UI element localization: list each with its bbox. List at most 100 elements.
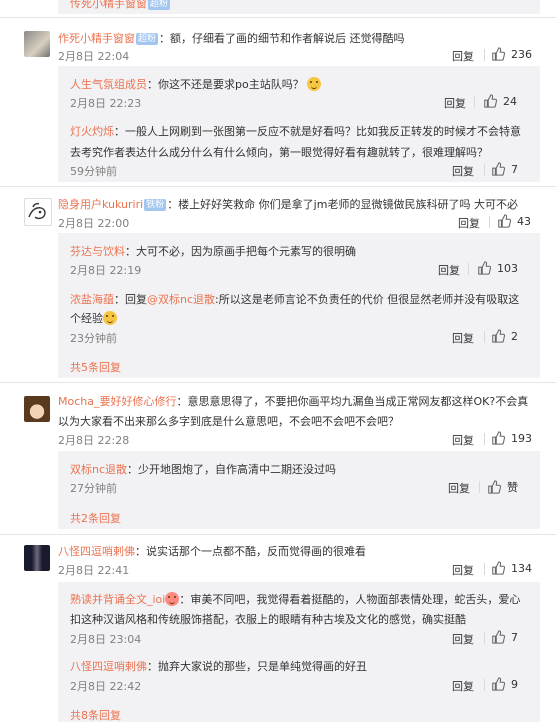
divider: [0, 382, 556, 383]
avatar[interactable]: [24, 198, 52, 226]
reply-button[interactable]: 回复: [438, 262, 460, 278]
like-button[interactable]: 赞: [487, 479, 518, 495]
divider: [484, 164, 485, 176]
divider: [489, 216, 490, 228]
reply-text-cont: 去考究作者表达什么成分什么有什么倾向，第一眼觉得好看有趣就转了，很难理解吗？: [70, 146, 488, 159]
reply-text: ：你这不还是要求po主站队吗？: [147, 78, 304, 91]
reply-button[interactable]: 回复: [452, 678, 474, 694]
divider: [484, 433, 485, 445]
comment-body: 作死小精手窗窗 超粉 ：额，仔细看了画的细节和作者解说后 还觉得酷吗: [58, 30, 405, 46]
commenter-name[interactable]: Mocha_要好好修心修行: [58, 395, 176, 408]
comment-time: 2月8日 22:41: [58, 564, 130, 577]
like-count: 134: [511, 561, 532, 575]
like-button[interactable]: 193: [491, 431, 532, 445]
like-button[interactable]: 134: [491, 561, 532, 575]
like-button[interactable]: 236: [491, 47, 532, 61]
comment-text: ：楼上好好笑救命 你们是拿了jm老师的显微镜做民族科研了吗 大可不必: [167, 198, 518, 211]
commenter-name[interactable]: 浓盐海蕴: [70, 293, 114, 306]
divider: [484, 49, 485, 61]
comment-time: 2月8日 22:28: [58, 434, 130, 447]
thumbs-up-icon: [492, 561, 505, 575]
like-count: 43: [517, 214, 531, 228]
thumbs-up-icon: [498, 214, 511, 228]
thumbs-up-icon: [492, 329, 505, 343]
like-count: 9: [511, 677, 518, 691]
thumbs-up-icon: [492, 677, 505, 691]
mention-link[interactable]: @双标nc退散: [147, 293, 215, 306]
more-replies-link[interactable]: 共5条回复: [70, 359, 121, 375]
reply-body: 八怪四逗哨剌佛：抛弃大家说的那些，只是单纯觉得画的好丑: [70, 658, 367, 674]
reply-button[interactable]: 回复: [448, 480, 470, 496]
like-count: 103: [497, 261, 518, 275]
commenter-name[interactable]: 作死小精手窗窗: [58, 32, 135, 45]
reply-button[interactable]: 回复: [452, 432, 474, 448]
reply-body: 浓盐海蕴：回复@双标nc退散:所以这是老师言论不负责任的代价 但很显然老师并没有…: [70, 291, 519, 307]
comment-text-cont: 以为大家看不出来那么多字到底是什么意思吧，不会吧不会吧不会吧？: [58, 415, 399, 428]
fan-badge: 铁粉: [144, 199, 167, 211]
thumbs-up-icon: [492, 630, 505, 644]
more-replies-link[interactable]: 共8条回复: [70, 707, 121, 723]
avatar[interactable]: [24, 545, 50, 571]
like-count: 2: [511, 329, 518, 343]
like-count: 193: [511, 431, 532, 445]
thumbs-up-icon: [492, 162, 505, 176]
heart-emoji-icon: [165, 592, 180, 606]
reply-body: 灯火灼烁：一般人上网刷到一张图第一反应不就是好看吗？比如我反正转发的时候才不会特…: [70, 123, 521, 139]
like-button[interactable]: 7: [491, 162, 518, 176]
thumbs-up-icon: [492, 431, 505, 445]
reply-button[interactable]: 回复: [444, 95, 466, 111]
commenter-name[interactable]: 传死小精手窗窗: [70, 0, 147, 10]
commenter-name[interactable]: 灯火灼烁: [70, 125, 114, 138]
like-count: 236: [511, 47, 532, 61]
like-button[interactable]: 24: [483, 94, 517, 108]
divider: [468, 263, 469, 275]
like-button[interactable]: 2: [491, 329, 518, 343]
like-count: 7: [511, 630, 518, 644]
comment-time: 2月8日 22:00: [58, 217, 130, 230]
reply-button[interactable]: 回复: [458, 215, 480, 231]
comment-text: ：额，仔细看了画的细节和作者解说后 还觉得酷吗: [159, 32, 405, 45]
like-button[interactable]: 43: [497, 214, 531, 228]
reply-button[interactable]: 回复: [452, 562, 474, 578]
reply-button[interactable]: 回复: [452, 631, 474, 647]
divider: [0, 534, 556, 535]
commenter-name[interactable]: 芬达与饮料: [70, 245, 125, 258]
reply-text: ：回复: [114, 293, 147, 306]
comment-body: 八怪四逗哨剌佛：说实话那个一点都不酷，反而觉得画的很难看: [58, 543, 366, 559]
reply-text: ：大可不必，因为原画手把每个元素写的很明确: [125, 245, 356, 258]
thumbs-up-icon: [488, 480, 501, 494]
commenter-name[interactable]: 八怪四逗哨剌佛: [70, 660, 147, 673]
reply-text: ：少开地图炮了，自作高清中二期还没过吗: [127, 463, 337, 476]
reply-button[interactable]: 回复: [452, 48, 474, 64]
reply-body: 熟读并背诵全文_ioi ：审美不同吧，我觉得看着挺酷的，人物面部表情处理，蛇舌头，…: [70, 591, 520, 607]
like-button[interactable]: 7: [491, 630, 518, 644]
commenter-name[interactable]: 八怪四逗哨剌佛: [58, 545, 135, 558]
commenter-name[interactable]: 人生气氛组成员: [70, 78, 147, 91]
commenter-name[interactable]: 隐身用户kukuriri: [58, 198, 143, 211]
divider: [484, 632, 485, 644]
like-button[interactable]: 9: [491, 677, 518, 691]
commenter-name[interactable]: 双标nc退散: [70, 463, 127, 476]
top-cut-comment: 传死小精手窗窗 超粉: [70, 0, 171, 11]
reply-button[interactable]: 回复: [452, 163, 474, 179]
divider: [484, 331, 485, 343]
avatar[interactable]: [24, 31, 50, 57]
reply-text: 个经验: [70, 312, 103, 325]
reply-body: 人生气氛组成员：你这不还是要求po主站队吗？: [70, 76, 322, 92]
thumbs-up-icon: [492, 47, 505, 61]
reply-text-cont: 个经验: [70, 310, 117, 326]
like-button[interactable]: 103: [477, 261, 518, 275]
reply-text: ：抛弃大家说的那些，只是单纯觉得画的好丑: [147, 660, 367, 673]
reply-time: 2月8日 22:19: [70, 264, 142, 277]
emoji-icon: [307, 77, 322, 91]
reply-time: 27分钟前: [70, 482, 117, 495]
divider: [0, 17, 556, 18]
more-replies-link[interactable]: 共2条回复: [70, 510, 121, 526]
reply-text: ：审美不同吧，我觉得看着挺酷的，人物面部表情处理，蛇舌头，爱心: [179, 593, 521, 606]
emoji-icon: [103, 311, 117, 325]
avatar-drawing-icon: [28, 202, 46, 220]
commenter-name[interactable]: 熟读并背诵全文_ioi: [70, 593, 165, 606]
reply-button[interactable]: 回复: [452, 330, 474, 346]
avatar[interactable]: [24, 396, 50, 422]
fan-badge: 超粉: [148, 0, 171, 10]
